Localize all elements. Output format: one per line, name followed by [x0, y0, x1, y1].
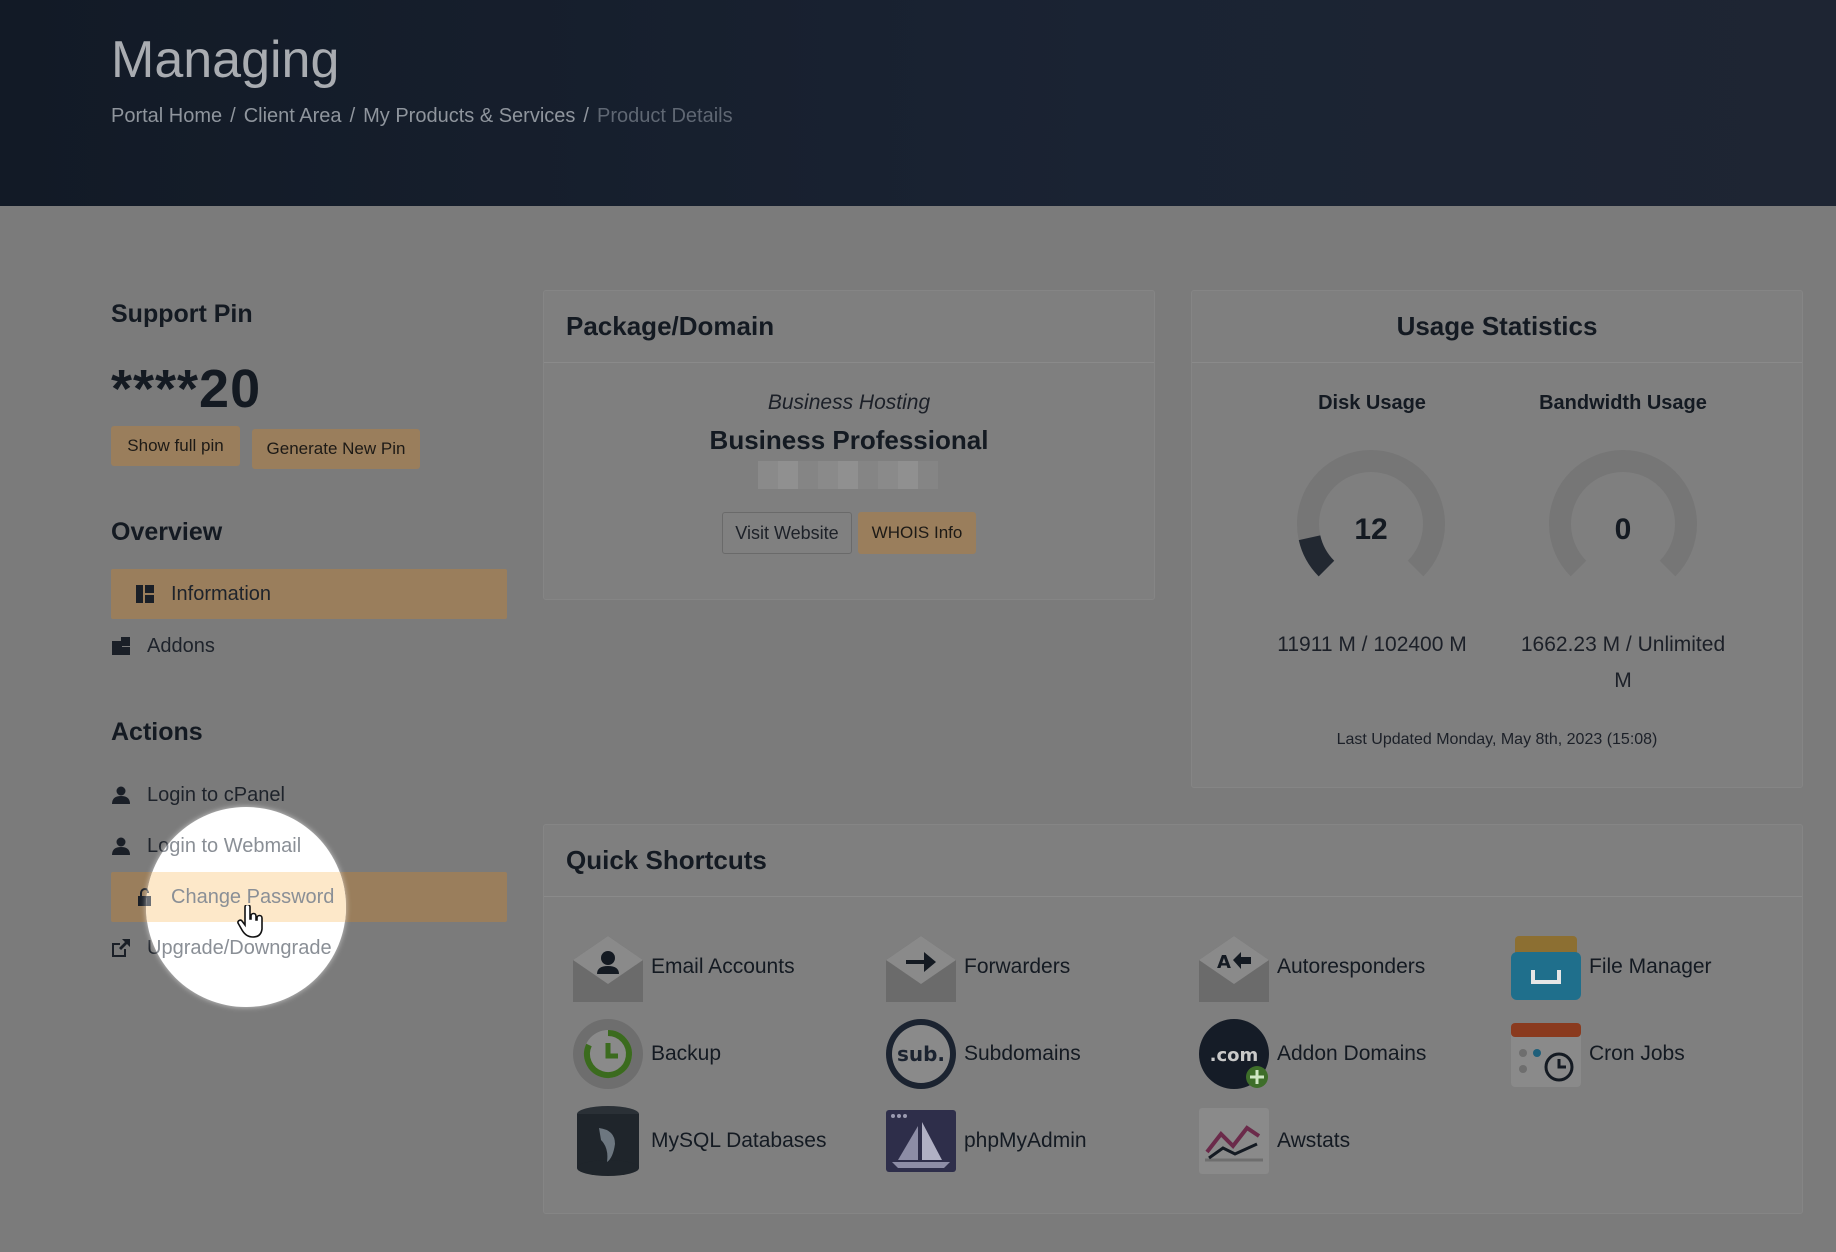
shortcut-label: MySQL Databases — [651, 1129, 827, 1152]
breadcrumb-product-details: Product Details — [596, 105, 733, 127]
cron-jobs-icon — [1509, 1017, 1583, 1091]
mysql-databases-icon — [571, 1104, 645, 1178]
shortcut-label: Backup — [651, 1042, 722, 1065]
shortcuts-title: Quick Shortcuts — [544, 825, 1802, 897]
sidebar-item-information[interactable]: Information — [111, 569, 507, 619]
svg-text:A: A — [1217, 952, 1231, 973]
overview-title: Overview — [111, 518, 223, 546]
bandwidth-usage-percent: 0 — [1614, 513, 1632, 546]
disk-usage-label: Disk Usage — [1318, 392, 1426, 414]
bandwidth-value-line1: 1662.23 M / Unlimited — [1520, 633, 1726, 656]
spotlight-label: Upgrade/Downgrade — [147, 936, 332, 959]
breadcrumb-products-services[interactable]: My Products & Services — [363, 105, 575, 128]
shortcut-label: Email Accounts — [651, 955, 795, 978]
last-updated: Last Updated Monday, May 8th, 2023 (15:0… — [1336, 731, 1658, 748]
usage-statistics-card: Usage Statistics Disk Usage 12 11911 M /… — [1191, 290, 1803, 788]
cubes-icon — [111, 636, 131, 656]
support-pin-title: Support Pin — [111, 300, 253, 328]
disk-usage-value: 11911 M / 102400 M — [1277, 633, 1467, 656]
shortcut-cron-jobs[interactable]: Cron Jobs — [1509, 1017, 1685, 1091]
dashboard-icon — [135, 584, 155, 604]
shortcut-subdomains[interactable]: sub. Subdomains — [884, 1017, 1081, 1091]
hand-cursor-icon — [237, 905, 263, 938]
shortcut-label: Subdomains — [964, 1042, 1081, 1065]
external-link-icon — [111, 938, 131, 958]
shortcut-mysql-databases[interactable]: MySQL Databases — [571, 1104, 826, 1178]
usage-card-title: Usage Statistics — [1192, 291, 1802, 363]
shortcut-email-accounts[interactable]: Email Accounts — [571, 930, 795, 1004]
file-manager-icon — [1509, 930, 1583, 1004]
sidebar-item-label: Information — [171, 582, 272, 605]
package-card-title: Package/Domain — [544, 291, 1154, 363]
bandwidth-usage-value: 1662.23 M / Unlimited M — [1498, 627, 1748, 699]
show-full-pin-button[interactable]: Show full pin — [111, 426, 240, 466]
sidebar-item-addons[interactable]: Addons — [111, 621, 507, 671]
shortcut-label: Awstats — [1277, 1129, 1351, 1152]
svg-text:sub.: sub. — [897, 1042, 945, 1066]
shortcut-phpmyadmin[interactable]: phpMyAdmin — [884, 1104, 1087, 1178]
whois-info-button[interactable]: WHOIS Info — [858, 512, 976, 554]
breadcrumb-client-area[interactable]: Client Area — [244, 105, 342, 128]
shortcut-backup[interactable]: Backup — [571, 1017, 721, 1091]
user-icon — [111, 785, 131, 805]
page-header: Managing Portal Home / Client Area / My Pr… — [0, 0, 1836, 206]
shortcut-label: Addon Domains — [1277, 1042, 1427, 1065]
page-title: Managing — [111, 31, 340, 89]
backup-icon — [571, 1017, 645, 1091]
svg-text:.com: .com — [1210, 1045, 1259, 1066]
sidebar-item-label: Addons — [147, 634, 215, 657]
actions-title: Actions — [111, 718, 203, 746]
shortcut-awstats[interactable]: Awstats — [1197, 1104, 1350, 1178]
shortcut-addon-domains[interactable]: .com Addon Domains — [1197, 1017, 1426, 1091]
shortcut-label: Cron Jobs — [1589, 1042, 1685, 1065]
addon-domains-icon: .com — [1197, 1017, 1271, 1091]
lock-icon — [146, 888, 155, 906]
generate-new-pin-button[interactable]: Generate New Pin — [252, 429, 420, 469]
package-domain-card: Package/Domain Business Hosting Business… — [543, 290, 1155, 600]
package-name: Business Professional — [709, 425, 989, 455]
autoresponders-icon: A — [1197, 930, 1271, 1004]
email-accounts-icon — [571, 930, 645, 1004]
spotlight-login-webmail: Login to Webmail — [146, 821, 346, 871]
support-pin-value: ****20 — [111, 359, 262, 419]
phpmyadmin-icon — [884, 1104, 958, 1178]
awstats-icon — [1197, 1104, 1271, 1178]
shortcut-forwarders[interactable]: Forwarders — [884, 930, 1070, 1004]
visit-website-button[interactable]: Visit Website — [722, 512, 852, 554]
bandwidth-usage-label: Bandwidth Usage — [1539, 392, 1707, 414]
shortcut-label: Forwarders — [964, 955, 1071, 978]
breadcrumb-portal-home[interactable]: Portal Home — [111, 105, 222, 128]
action-label: Login to cPanel — [147, 783, 285, 806]
forwarders-icon — [884, 930, 958, 1004]
shortcut-file-manager[interactable]: File Manager — [1509, 930, 1712, 1004]
shortcut-label: File Manager — [1589, 955, 1712, 978]
shortcut-label: Autoresponders — [1277, 955, 1426, 978]
spotlight-label: Login to Webmail — [147, 834, 302, 857]
package-group: Business Hosting — [767, 391, 931, 414]
domain-redacted — [758, 461, 938, 489]
subdomains-icon: sub. — [884, 1017, 958, 1091]
shortcut-autoresponders[interactable]: A Autoresponders — [1197, 930, 1425, 1004]
disk-usage-percent: 12 — [1354, 513, 1388, 546]
bandwidth-value-line2: M — [1614, 669, 1632, 692]
shortcut-label: phpMyAdmin — [964, 1129, 1087, 1152]
user-icon — [111, 836, 131, 856]
breadcrumb: Portal Home / Client Area / My Products & … — [111, 105, 733, 128]
